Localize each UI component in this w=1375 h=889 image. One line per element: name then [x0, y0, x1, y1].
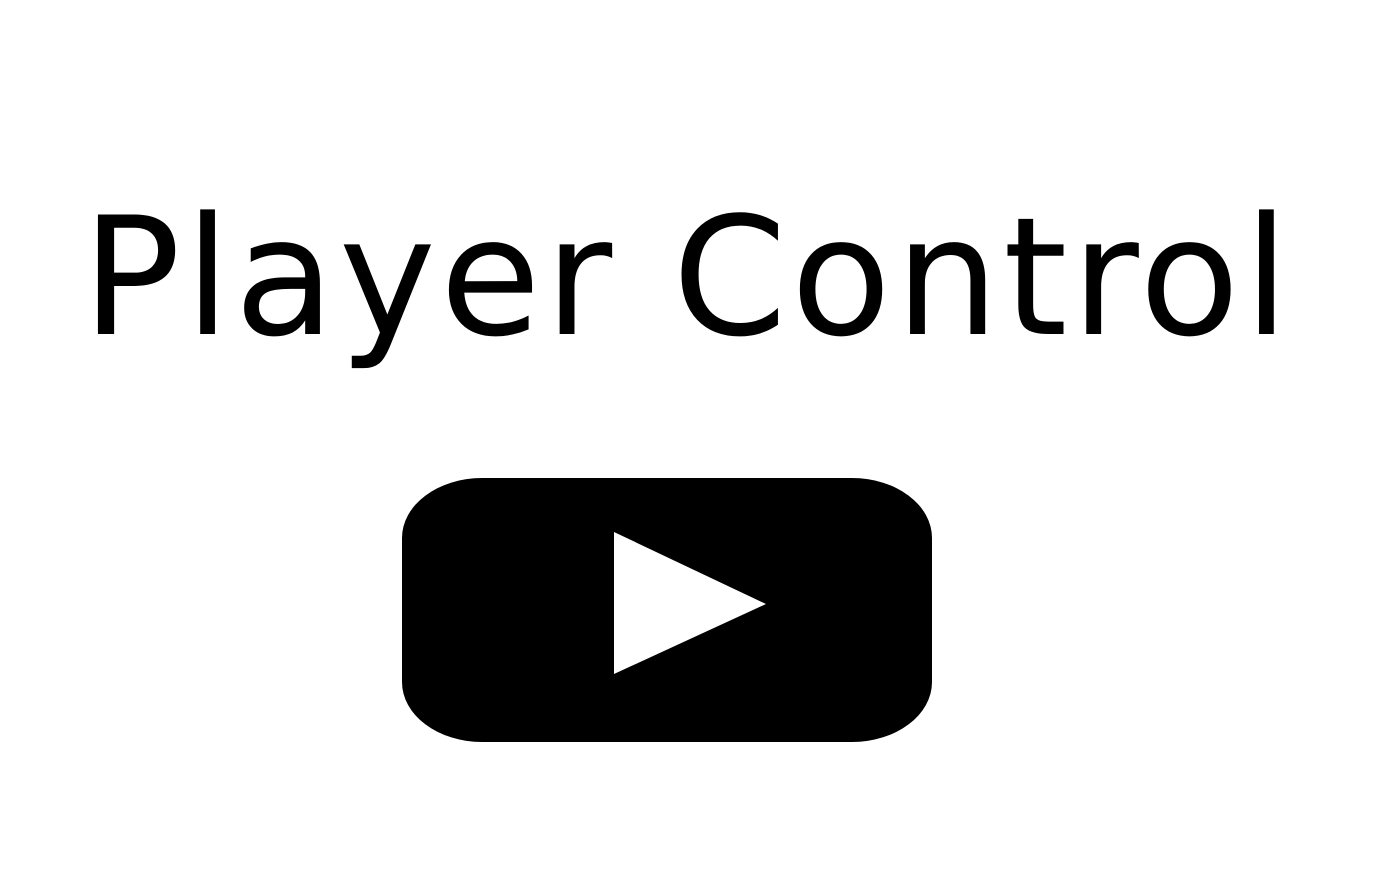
page-title: Player Control	[81, 182, 1294, 373]
player-control-page: Player Control	[0, 0, 1375, 889]
play-button[interactable]	[402, 478, 932, 742]
play-icon	[614, 532, 766, 674]
